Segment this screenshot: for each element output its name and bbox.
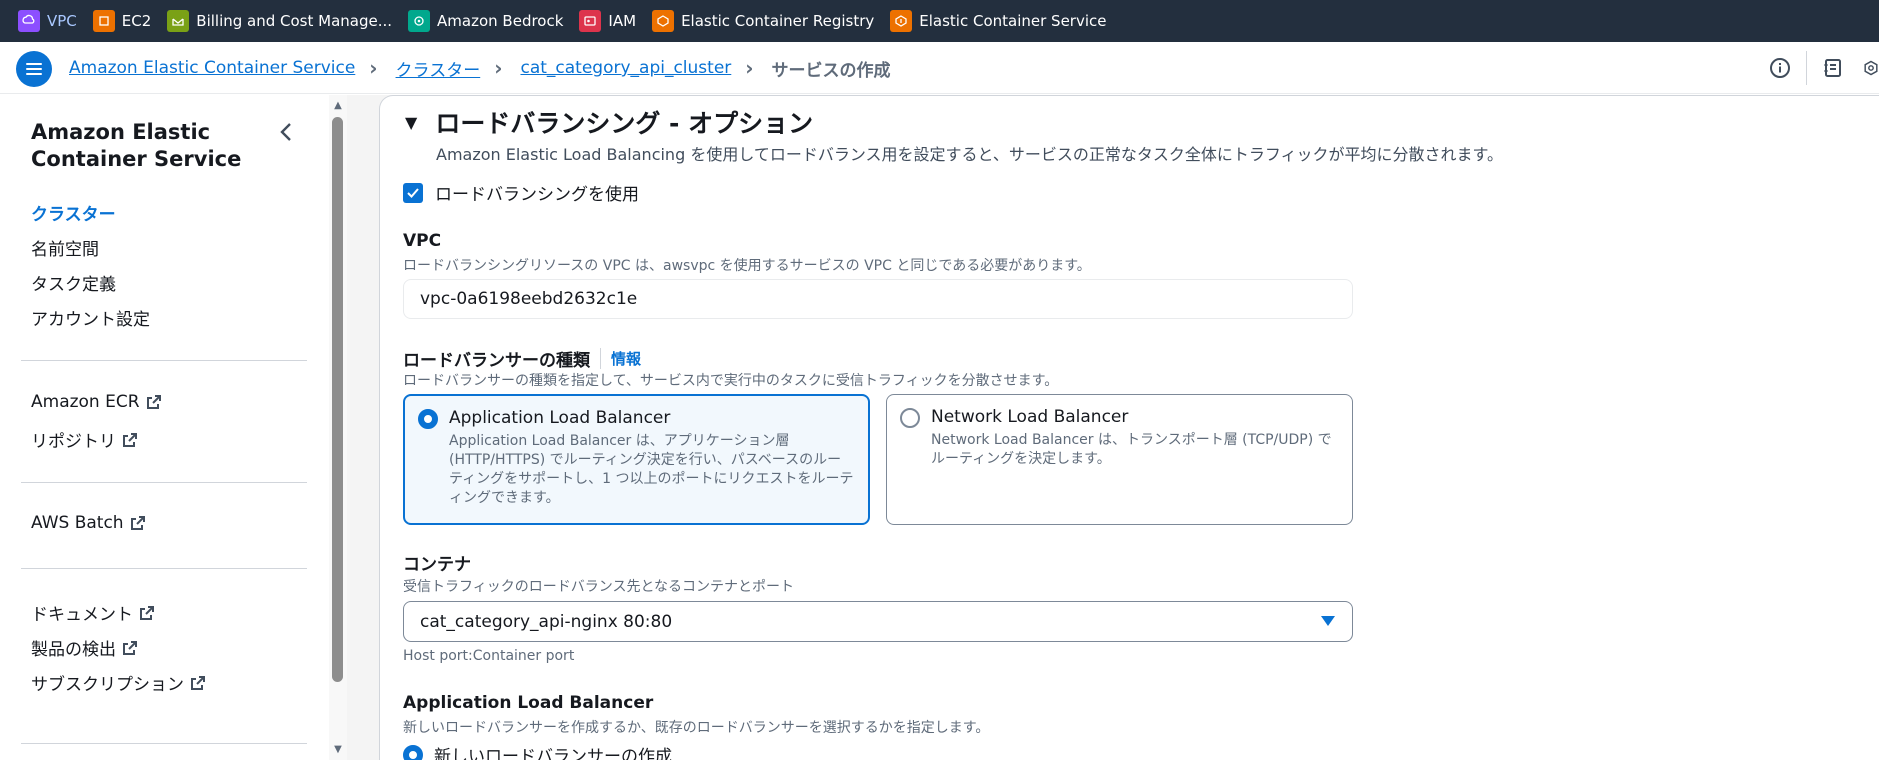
nav-scrollbar-thumb[interactable] — [332, 117, 343, 682]
ecs-icon — [890, 10, 913, 32]
checkbox-checked-icon — [403, 182, 423, 203]
settings-icon[interactable] — [1863, 56, 1879, 80]
use-load-balancing-checkbox[interactable]: ロードバランシングを使用 — [403, 180, 639, 205]
section-title: ロードバランシング - オプション — [435, 109, 814, 138]
alb-description: 新しいロードバランサーを作成するか、既存のロードバランサーを選択するかを指定しま… — [403, 720, 990, 736]
nlb-option-title: Network Load Balancer — [931, 407, 1129, 427]
create-new-lb-radio[interactable]: 新しいロードバランサーの作成 — [403, 742, 672, 760]
nav-item-task-definitions[interactable]: タスク定義 — [31, 270, 116, 295]
external-link-icon — [191, 675, 205, 690]
radio-selected-icon — [403, 744, 423, 760]
breadcrumb-bar: Amazon Elastic Container Service › クラスター… — [0, 42, 1879, 94]
chevron-right-icon: › — [745, 56, 754, 80]
iam-icon — [579, 10, 602, 32]
favorite-ec2[interactable]: EC2 — [91, 0, 166, 42]
external-link-icon — [123, 640, 137, 655]
favorite-bedrock[interactable]: Amazon Bedrock — [406, 0, 577, 42]
external-link-icon — [130, 516, 145, 530]
nav-item-aws-batch[interactable]: AWS Batch — [31, 513, 146, 533]
ec2-icon — [92, 10, 115, 32]
favorite-billing[interactable]: Billing and Cost Manage... — [165, 0, 406, 42]
utility-icons — [1768, 42, 1879, 94]
chevron-left-icon — [280, 123, 291, 141]
favorite-vpc[interactable]: VPC — [16, 0, 91, 42]
caret-down-icon — [1321, 616, 1335, 626]
container-hint: Host port:Container port — [403, 648, 575, 664]
caret-down-icon: ▼ — [405, 112, 418, 132]
lb-type-description: ロードバランサーの種類を指定して、サービス内で実行中のタスクに受信トラフィックを… — [403, 373, 1059, 389]
section-header[interactable]: ▼ ロードバランシング - オプション — [405, 104, 813, 140]
external-link-icon — [140, 605, 154, 620]
bedrock-icon — [408, 10, 431, 32]
lb-type-label: ロードバランサーの種類 情報 — [403, 348, 642, 371]
nav-item-account-settings[interactable]: アカウント設定 — [31, 305, 150, 330]
lb-type-info-link[interactable]: 情報 — [600, 348, 641, 369]
nav-item-documentation[interactable]: ドキュメント — [31, 600, 155, 625]
alb-label: Application Load Balancer — [403, 693, 654, 713]
collapse-nav-button[interactable] — [279, 120, 293, 148]
external-link-icon — [123, 432, 137, 447]
alb-option-title: Application Load Balancer — [449, 408, 671, 428]
nlb-option-description: Network Load Balancer は、トランスポート層 (TCP/UD… — [931, 432, 1332, 467]
menu-button[interactable] — [16, 51, 52, 87]
vpc-label: VPC — [403, 231, 442, 251]
breadcrumb-ecs[interactable]: Amazon Elastic Container Service — [69, 58, 355, 78]
breadcrumb: Amazon Elastic Container Service › クラスター… — [69, 42, 891, 94]
favorite-iam[interactable]: IAM — [577, 0, 650, 42]
scroll-down-arrow-icon[interactable]: ▼ — [330, 744, 346, 755]
vpc-field: vpc-0a6198eebd2632c1e — [403, 279, 1353, 319]
alb-option-description: Application Load Balancer は、アプリケーション層 (H… — [449, 433, 854, 506]
billing-icon — [167, 10, 190, 32]
favorite-ecr[interactable]: Elastic Container Registry — [650, 0, 888, 42]
favorite-ecs[interactable]: Elastic Container Service — [888, 0, 1120, 42]
breadcrumb-current: サービスの作成 — [771, 60, 891, 81]
external-link-icon — [146, 395, 161, 409]
service-favorites-bar: VPC EC2 Billing and Cost Manage... Amazo… — [0, 0, 1879, 42]
breadcrumb-cluster-name[interactable]: cat_category_api_cluster — [520, 58, 731, 78]
section-description: Amazon Elastic Load Balancing を使用してロードバラ… — [436, 145, 1503, 164]
info-icon[interactable] — [1768, 56, 1792, 80]
side-navigation: Amazon Elastic Container Service クラスター 名… — [0, 95, 330, 760]
alb-option-tile[interactable]: Application Load Balancer Application Lo… — [403, 394, 870, 525]
chevron-right-icon: › — [494, 56, 503, 80]
ecr-icon — [652, 10, 675, 32]
nav-item-subscriptions[interactable]: サブスクリプション — [31, 670, 206, 695]
vpc-description: ロードバランシングリソースの VPC は、awsvpc を使用するサービスの V… — [403, 258, 1091, 274]
container-description: 受信トラフィックのロードバランス先となるコンテナとポート — [403, 579, 795, 595]
breadcrumb-clusters[interactable]: クラスター — [396, 56, 481, 81]
nav-title: Amazon Elastic Container Service — [31, 120, 242, 171]
hamburger-icon — [26, 63, 42, 65]
notes-icon[interactable] — [1821, 56, 1845, 80]
radio-unselected-icon — [900, 408, 920, 428]
container-label: コンテナ — [403, 555, 471, 575]
nlb-option-tile[interactable]: Network Load Balancer Network Load Balan… — [886, 394, 1353, 525]
scroll-up-arrow-icon[interactable]: ▲ — [330, 100, 346, 111]
radio-selected-icon — [418, 409, 438, 429]
nav-item-namespaces[interactable]: 名前空間 — [31, 235, 99, 260]
nav-item-amazon-ecr[interactable]: Amazon ECR — [31, 392, 162, 412]
nav-item-clusters[interactable]: クラスター — [31, 200, 116, 225]
nav-item-discover-products[interactable]: 製品の検出 — [31, 635, 138, 660]
chevron-right-icon: › — [369, 56, 378, 80]
vpc-icon — [18, 10, 40, 32]
nav-item-repositories[interactable]: リポジトリ — [31, 427, 138, 452]
container-select[interactable]: cat_category_api-nginx 80:80 — [403, 601, 1353, 642]
